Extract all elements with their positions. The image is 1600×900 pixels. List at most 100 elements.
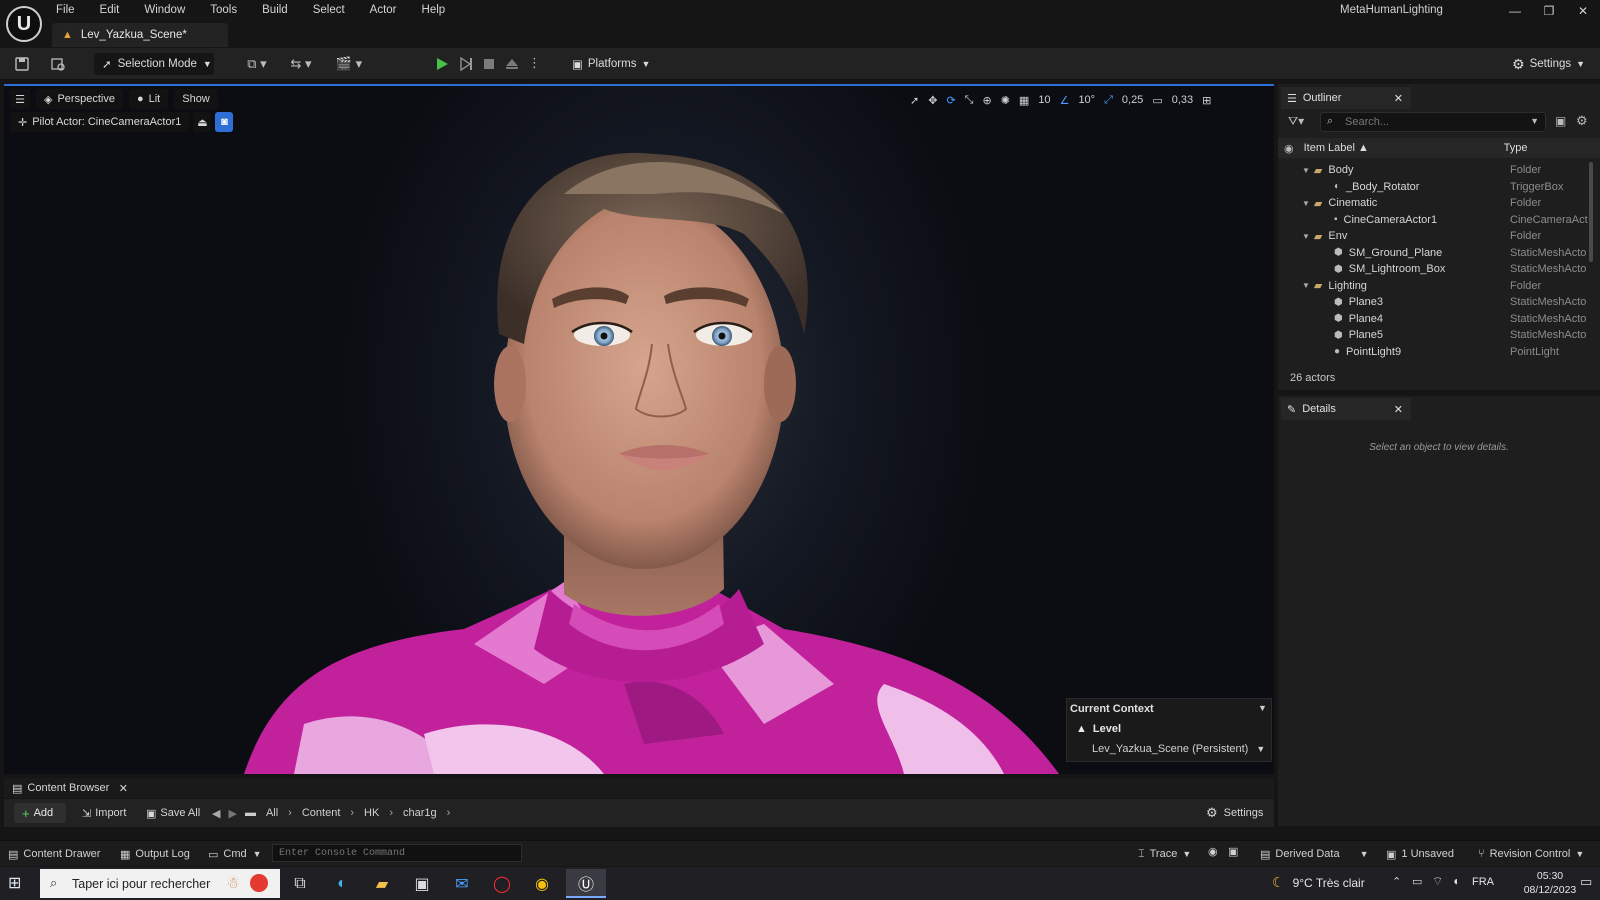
show-button[interactable]: Show [174, 89, 218, 109]
grid-snap-icon[interactable]: ▦ [1019, 94, 1029, 107]
volume-icon[interactable]: ◖ [1452, 874, 1459, 888]
camera-speed-value[interactable]: 0,33 [1172, 94, 1193, 106]
content-drawer-button[interactable]: ▤ Content Drawer [8, 845, 100, 863]
unreal-engine-taskbar-icon[interactable]: Ⓤ [566, 869, 606, 898]
grid-size-value[interactable]: 10 [1038, 94, 1050, 106]
platforms-dropdown[interactable]: ▣ Platforms ▼ [572, 53, 650, 75]
rotate-tool-icon[interactable]: ⟳ [946, 94, 955, 107]
content-browser-tab[interactable]: ▤ Content Browser ✕ [6, 778, 128, 798]
breadcrumb-hk[interactable]: HK [364, 807, 379, 819]
close-icon[interactable]: ✕ [1394, 403, 1403, 416]
outliner-row[interactable]: ▼ ▰ Lighting Folder [1278, 278, 1588, 295]
unreal-logo-icon[interactable]: U [6, 6, 42, 42]
add-button[interactable]: + Add [14, 803, 66, 823]
outliner-tab[interactable]: ☰ Outliner ✕ [1281, 87, 1411, 109]
breadcrumb-content[interactable]: Content [302, 807, 341, 819]
save-icon[interactable] [14, 56, 30, 72]
details-tab[interactable]: ✎ Details ✕ [1281, 398, 1411, 420]
outliner-row[interactable]: ▼ ▰ Cinematic Folder [1278, 195, 1588, 212]
eject-pilot-icon[interactable]: ⏏ [193, 112, 212, 132]
rotation-snap-value[interactable]: 10° [1078, 94, 1095, 106]
folder-icon[interactable]: ▬ [245, 807, 256, 819]
derived-data-dropdown[interactable]: ▤ Derived Data ▼ [1260, 845, 1369, 863]
outliner-row[interactable]: ● PointLight9 PointLight [1278, 344, 1588, 361]
play-icon[interactable] [434, 56, 450, 72]
menu-tools[interactable]: Tools [210, 4, 237, 16]
hamburger-menu-icon[interactable]: ☰ [10, 89, 30, 109]
expand-arrow-icon[interactable]: ▼ [1302, 232, 1310, 241]
context-dropdown-icon[interactable]: ▼ [1258, 703, 1267, 713]
visibility-eye-icon[interactable]: ◉ [1284, 142, 1294, 155]
scale-tool-icon[interactable]: ⤡ [965, 94, 974, 107]
chrome-icon[interactable]: ◉ [522, 869, 562, 898]
camera-lock-icon[interactable]: ◙ [215, 112, 234, 132]
lit-button[interactable]: ● Lit [128, 89, 169, 109]
cmd-dropdown[interactable]: ▭ Cmd ▼ [208, 845, 262, 863]
task-view-icon[interactable]: ⧉ [280, 869, 320, 898]
record-icon[interactable]: ◉ [1208, 845, 1218, 863]
unsaved-button[interactable]: ▣ 1 Unsaved [1386, 845, 1454, 863]
menu-help[interactable]: Help [422, 4, 446, 16]
outliner-row[interactable]: ▼ ▰ Body Folder [1278, 162, 1588, 179]
surface-snap-icon[interactable]: ✺ [1001, 94, 1010, 107]
perspective-button[interactable]: ◈ Perspective [36, 89, 123, 109]
taskbar-search-box[interactable]: ⌕ Taper ici pour rechercher ☃ [40, 869, 280, 898]
translate-tool-icon[interactable]: ✥ [928, 94, 937, 107]
screenshot-icon[interactable]: ▣ [1228, 845, 1238, 863]
outliner-scrollbar[interactable] [1589, 162, 1593, 262]
menu-file[interactable]: File [56, 4, 75, 16]
history-forward-icon[interactable]: ▶ [228, 807, 236, 820]
outliner-row[interactable]: ◐ _Body_Rotator TriggerBox [1278, 179, 1588, 196]
scale-snap-icon[interactable]: ⤢ [1104, 94, 1113, 107]
selection-mode-dropdown[interactable]: ➚ Selection Mode ▼ [94, 53, 214, 75]
mail-icon[interactable]: ✉ [442, 869, 482, 898]
notifications-icon[interactable]: ▭ [1580, 874, 1592, 890]
menu-window[interactable]: Window [144, 4, 185, 16]
eject-icon[interactable] [504, 56, 520, 72]
edge-icon[interactable]: ◐ [322, 869, 362, 898]
outliner-row[interactable]: ▼ ▰ Env Folder [1278, 228, 1588, 245]
step-icon[interactable] [458, 56, 474, 72]
content-browser-icon[interactable] [50, 56, 66, 72]
outliner-settings-gear-icon[interactable]: ⚙ [1576, 113, 1588, 129]
close-icon[interactable]: ✕ [119, 782, 128, 795]
weather-widget[interactable]: ☾ 9°C Très clair [1272, 874, 1365, 891]
taskbar-clock[interactable]: 05:30 08/12/2023 [1522, 869, 1578, 897]
outliner-row[interactable]: ⬢ Plane4 StaticMeshActo [1278, 311, 1588, 328]
menu-actor[interactable]: Actor [370, 4, 397, 16]
tray-overflow-icon[interactable]: ⌃ [1392, 875, 1401, 888]
windows-start-icon[interactable]: ⊞ [8, 873, 30, 895]
type-column[interactable]: Type [1504, 142, 1528, 154]
add-folder-icon[interactable]: ▣ [1555, 114, 1566, 128]
outliner-row[interactable]: ⬢ Plane3 StaticMeshActo [1278, 294, 1588, 311]
opera-icon[interactable]: ◯ [482, 869, 522, 898]
minimize-button[interactable]: — [1505, 4, 1525, 20]
outliner-row[interactable]: ⬢ SM_Lightroom_Box StaticMeshActo [1278, 261, 1588, 278]
outliner-search-input[interactable]: ⌕ Search... ▼ [1320, 112, 1546, 132]
menu-select[interactable]: Select [313, 4, 345, 16]
level-viewport[interactable]: ☰ ◈ Perspective ● Lit Show ✛ Pilot Actor… [4, 84, 1274, 774]
close-icon[interactable]: ✕ [1394, 92, 1403, 105]
revision-control-dropdown[interactable]: ⑂ Revision Control ▼ [1478, 845, 1584, 863]
close-window-button[interactable]: ✕ [1573, 4, 1593, 20]
level-document-tab[interactable]: ▲ Lev_Yazkua_Scene* [52, 23, 228, 47]
import-button[interactable]: ⇲ Import [82, 803, 126, 823]
pilot-actor-label[interactable]: ✛ Pilot Actor: CineCameraActor1 [10, 112, 190, 132]
network-icon[interactable]: ▭ [1412, 875, 1422, 888]
filter-icon[interactable]: ⛛▾ [1288, 114, 1304, 129]
blueprints-icon[interactable]: ⇆ ▾ [284, 56, 318, 72]
restore-button[interactable]: ❐ [1539, 4, 1559, 20]
expand-arrow-icon[interactable]: ▼ [1302, 199, 1310, 208]
history-back-icon[interactable]: ◀ [212, 807, 220, 820]
breadcrumb-all[interactable]: All [266, 807, 278, 819]
save-all-button[interactable]: ▣ Save All [146, 803, 200, 823]
select-tool-icon[interactable]: ➚ [910, 94, 919, 107]
expand-arrow-icon[interactable]: ▼ [1302, 166, 1310, 175]
menu-edit[interactable]: Edit [100, 4, 120, 16]
world-space-icon[interactable]: ⊕ [982, 94, 991, 107]
expand-arrow-icon[interactable]: ▼ [1302, 281, 1310, 290]
wifi-icon[interactable]: ⌔ [1432, 874, 1443, 889]
camera-speed-icon[interactable]: ▭ [1152, 94, 1162, 107]
more-options-icon[interactable]: ⋮ [528, 55, 541, 71]
item-label-column[interactable]: Item Label ▲ [1304, 142, 1504, 154]
